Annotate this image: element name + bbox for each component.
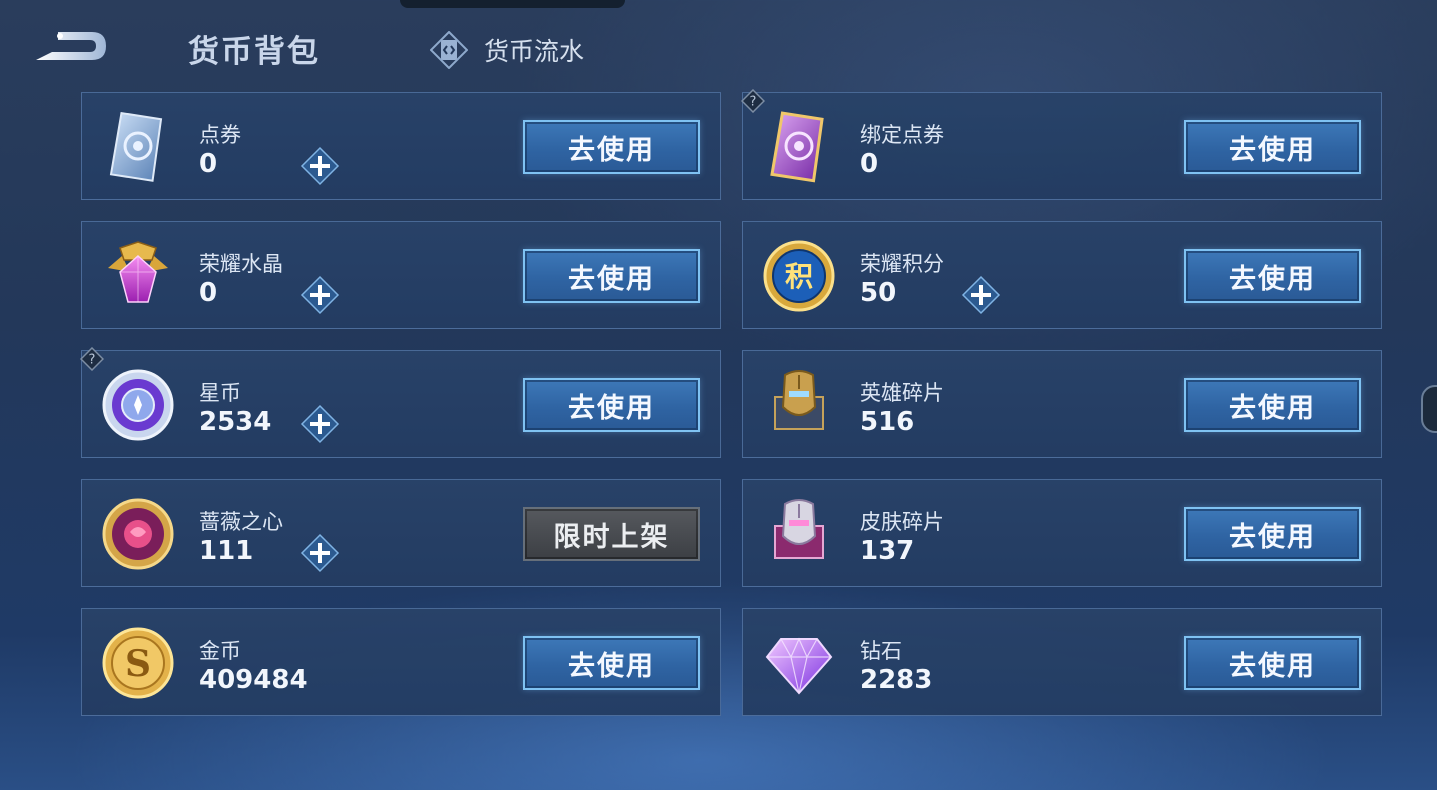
page-title: 货币背包 xyxy=(188,34,320,70)
currency-amount: 111 xyxy=(199,536,254,566)
currency-amount: 0 xyxy=(199,278,218,308)
currency-amount: 137 xyxy=(860,536,915,566)
plus-icon xyxy=(300,146,340,186)
limited-time-button[interactable]: 限时上架 xyxy=(523,507,700,561)
currency-name: 金币 xyxy=(199,639,241,663)
star-coin-icon xyxy=(100,367,176,443)
currency-amount: 2534 xyxy=(199,407,272,437)
currency-card-gold-coin: S 金币 409484 去使用 xyxy=(81,608,721,716)
currency-amount: 0 xyxy=(860,149,879,179)
add-rose-heart-button[interactable] xyxy=(300,533,340,573)
glory-points-icon: 积 xyxy=(761,238,837,314)
gold-coin-icon: S xyxy=(100,625,176,701)
use-button[interactable]: 去使用 xyxy=(523,120,700,174)
currency-flow-link[interactable]: 货币流水 xyxy=(430,30,584,70)
plus-icon xyxy=(300,533,340,573)
currency-card-glory-crystal: 荣耀水晶 0 去使用 xyxy=(81,221,721,329)
currency-name: 英雄碎片 xyxy=(860,381,944,405)
currency-amount: 409484 xyxy=(199,665,308,695)
top-notch xyxy=(400,0,625,8)
currency-card-star-coin: ? 星币 2534 去使用 xyxy=(80,347,721,458)
use-button[interactable]: 去使用 xyxy=(523,249,700,303)
currency-name: 点券 xyxy=(199,123,241,147)
use-button[interactable]: 去使用 xyxy=(1184,120,1361,174)
svg-text:S: S xyxy=(125,643,151,685)
currency-card-voucher: 点券 0 去使用 xyxy=(81,92,721,200)
currency-name: 荣耀水晶 xyxy=(199,252,283,276)
currency-name: 蔷薇之心 xyxy=(199,510,283,534)
use-button[interactable]: 去使用 xyxy=(523,378,700,432)
currency-card-bound-voucher: ? 绑定点券 0 去使用 xyxy=(741,89,1382,200)
currency-amount: 0 xyxy=(199,149,218,179)
currency-card-glory-points: 积 荣耀积分 50 去使用 xyxy=(742,221,1382,329)
currency-name: 星币 xyxy=(199,381,241,405)
plus-icon xyxy=(300,275,340,315)
currency-card-hero-fragment: 英雄碎片 516 去使用 xyxy=(742,350,1382,458)
rose-heart-icon xyxy=(100,496,176,572)
use-button[interactable]: 去使用 xyxy=(523,636,700,690)
voucher-card-icon xyxy=(100,109,176,185)
diamond-icon xyxy=(761,625,837,701)
bound-voucher-card-icon xyxy=(761,109,837,185)
currency-flow-icon xyxy=(430,31,468,69)
use-button[interactable]: 去使用 xyxy=(1184,507,1361,561)
add-glory-crystal-button[interactable] xyxy=(300,275,340,315)
currency-name: 荣耀积分 xyxy=(860,252,944,276)
currency-name: 绑定点券 xyxy=(860,123,944,147)
add-star-coin-button[interactable] xyxy=(300,404,340,444)
glory-crystal-icon xyxy=(100,238,176,314)
currency-name: 钻石 xyxy=(860,639,902,663)
add-glory-points-button[interactable] xyxy=(961,275,1001,315)
plus-icon xyxy=(961,275,1001,315)
use-button[interactable]: 去使用 xyxy=(1184,636,1361,690)
use-button[interactable]: 去使用 xyxy=(1184,249,1361,303)
add-voucher-button[interactable] xyxy=(300,146,340,186)
use-button[interactable]: 去使用 xyxy=(1184,378,1361,432)
currency-amount: 516 xyxy=(860,407,915,437)
svg-text:积: 积 xyxy=(785,260,813,293)
skin-fragment-icon xyxy=(761,496,837,572)
svg-text:?: ? xyxy=(89,353,96,368)
back-button[interactable] xyxy=(30,28,110,68)
hero-fragment-icon xyxy=(761,367,837,443)
currency-card-rose-heart: 蔷薇之心 111 限时上架 xyxy=(81,479,721,587)
currency-amount: 50 xyxy=(860,278,897,308)
currency-amount: 2283 xyxy=(860,665,933,695)
currency-card-skin-fragment: 皮肤碎片 137 去使用 xyxy=(742,479,1382,587)
currency-flow-label: 货币流水 xyxy=(484,37,585,66)
side-edge-button[interactable] xyxy=(1421,385,1437,433)
back-arrow-icon xyxy=(36,32,106,60)
svg-text:?: ? xyxy=(750,95,757,110)
plus-icon xyxy=(300,404,340,444)
currency-name: 皮肤碎片 xyxy=(860,510,944,534)
currency-card-diamond: 钻石 2283 去使用 xyxy=(742,608,1382,716)
